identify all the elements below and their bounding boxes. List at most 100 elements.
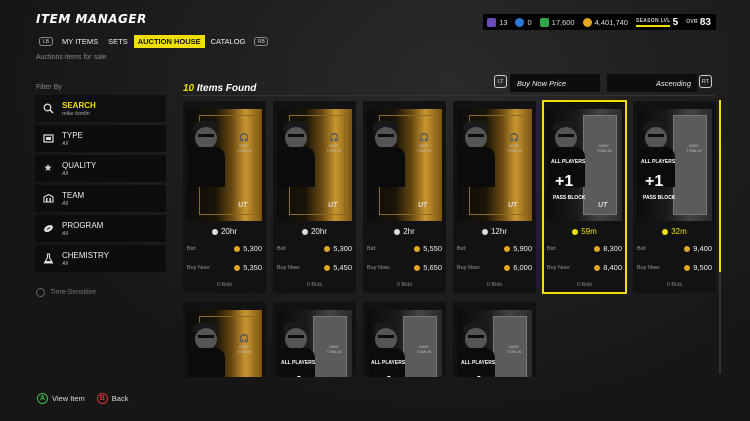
- rt-trigger-icon[interactable]: RT: [699, 75, 712, 88]
- page-subtitle: Auctions items for sale: [36, 54, 107, 61]
- auction-card[interactable]: MIKE TOMLIN ALL PLAYERS +1: [453, 302, 536, 377]
- card-art: 🎧 MIKE TOMLIN UT: [187, 109, 262, 221]
- buy-now-value: 5,350: [234, 263, 262, 272]
- tab-catalog[interactable]: CATALOG: [207, 35, 250, 48]
- player-glasses: [198, 335, 214, 338]
- player-glasses: [378, 134, 394, 137]
- timer-icon: [572, 228, 579, 235]
- card-art: 🎧 MIKE TOMLIN: [187, 310, 262, 377]
- timer-icon: [211, 228, 218, 235]
- tickets-currency: 17,600: [539, 17, 575, 27]
- timer-value: 12hr: [490, 227, 507, 236]
- tab-bar: LB MY ITEMS SETS AUCTION HOUSE CATALOG R…: [36, 35, 271, 48]
- auction-card[interactable]: 🎧 MIKE TOMLIN UT 20hr Bid: 5,300 Buy Now: 5,450…: [273, 101, 356, 293]
- training-currency: 13: [487, 17, 507, 27]
- card-boost-value: +1: [555, 173, 574, 190]
- results-scrollbar[interactable]: [719, 100, 721, 374]
- view-item-control[interactable]: A View Item: [37, 393, 85, 404]
- buy-now-row: Buy Now: 5,650: [367, 263, 442, 272]
- buy-now-label: Buy Now:: [547, 264, 571, 271]
- auction-card[interactable]: 🎧 MIKE TOMLIN UT 2hr Bid: 5,550 Buy Now: 5,650 0…: [363, 101, 446, 293]
- filter-quality[interactable]: ★ QUALITY All: [35, 155, 166, 182]
- filter-program-value: All: [62, 230, 69, 237]
- tab-sets[interactable]: SETS: [104, 35, 132, 48]
- headset-icon: 🎧: [239, 334, 249, 343]
- card-program-label: ALL PLAYERS: [551, 159, 586, 165]
- time-sensitive-toggle[interactable]: Time-Sensitive: [36, 288, 96, 297]
- bid-label: Bid:: [457, 245, 467, 252]
- card-player-name: MIKE TOMLIN: [326, 344, 342, 354]
- auction-card[interactable]: 🎧 MIKE TOMLIN UT 12hr Bid: 5,900 Buy Now: 6,000…: [453, 101, 536, 293]
- card-program-label: ALL PLAYERS: [371, 360, 406, 366]
- bid-count: 0 Bids: [666, 282, 683, 288]
- filter-team[interactable]: TEAM All: [35, 185, 166, 212]
- card-player-name: MIKE TOMLIN: [506, 143, 522, 153]
- sort-direction-select[interactable]: Ascending: [607, 74, 697, 92]
- player-body: [189, 348, 225, 377]
- card-player-name: MIKE TOMLIN: [416, 344, 432, 354]
- auction-card[interactable]: 🎧 MIKE TOMLIN: [183, 302, 266, 377]
- card-boost-value: +1: [465, 374, 483, 377]
- tab-auction-house[interactable]: AUCTION HOUSE: [133, 35, 205, 48]
- b-button-icon: B: [96, 393, 108, 404]
- timer-value: 2hr: [403, 227, 415, 236]
- card-program-label: ALL PLAYERS: [641, 159, 676, 165]
- auction-card[interactable]: 🎧 MIKE TOMLIN UT 20hr Bid: 5,300 Buy Now: 5,350…: [183, 101, 266, 293]
- player-photo: [645, 127, 667, 149]
- season-level-value: 5: [672, 16, 679, 28]
- headset-icon: 🎧: [419, 133, 429, 142]
- ovr-label: OVR: [686, 19, 698, 25]
- bid-count: 0 Bids: [576, 282, 593, 288]
- coins-currency: 4,401,740: [582, 17, 628, 27]
- lt-trigger-icon[interactable]: LT: [494, 75, 507, 88]
- bid-value: 9,400: [684, 244, 712, 253]
- auction-card[interactable]: MIKE TOMLIN ALL PLAYERS +1 PASS BLOCK UT 59m B…: [542, 100, 627, 294]
- coin-icon: [234, 264, 241, 271]
- bid-amount: 5,300: [333, 244, 352, 253]
- card-player-name: MIKE TOMLIN: [596, 143, 612, 153]
- lb-bumper-icon[interactable]: LB: [39, 37, 53, 46]
- filter-chemistry[interactable]: CHEMISTRY All: [35, 245, 166, 272]
- sort-field-select[interactable]: Buy Now Price: [510, 74, 600, 92]
- grid-divider: [183, 95, 715, 96]
- bid-label: Bid:: [547, 245, 557, 252]
- card-timer: 59m: [543, 227, 626, 236]
- rb-bumper-icon[interactable]: RB: [254, 37, 269, 46]
- buy-now-label: Buy Now:: [187, 264, 211, 271]
- player-photo: [285, 127, 307, 149]
- stadium-icon: [40, 191, 56, 207]
- flask-icon: [40, 251, 56, 267]
- auction-card[interactable]: MIKE TOMLIN ALL PLAYERS +1: [273, 302, 356, 377]
- card-art: 🎧 MIKE TOMLIN UT: [277, 109, 352, 221]
- tab-my-items[interactable]: MY ITEMS: [58, 35, 102, 48]
- filter-type[interactable]: TYPE All: [35, 125, 166, 152]
- player-photo: [285, 328, 307, 350]
- buy-now-row: Buy Now: 5,450: [277, 263, 352, 272]
- currency-bar: 13 0 17,600 4,401,740 SEASON LVL 5 OVR 8…: [483, 14, 716, 30]
- clock-icon: [36, 288, 45, 297]
- ovr-value: 83: [699, 16, 711, 28]
- filter-program[interactable]: PROGRAM All: [35, 215, 166, 242]
- view-item-label: View Item: [52, 394, 85, 403]
- card-program-label: ALL PLAYERS: [281, 360, 316, 366]
- auction-card[interactable]: MIKE TOMLIN ALL PLAYERS +1: [363, 302, 446, 377]
- timer-icon: [301, 228, 308, 235]
- team-ovr: OVR 83: [686, 17, 711, 28]
- card-player-name: MIKE TOMLIN: [236, 143, 252, 153]
- auction-card[interactable]: MIKE TOMLIN ALL PLAYERS +1 PASS BLOCK 32m Bid…: [633, 101, 716, 293]
- timer-value: 20hr: [220, 227, 237, 236]
- scrollbar-thumb[interactable]: [719, 100, 721, 272]
- filter-list: SEARCH mike tomlin TYPE All ★ QUALITY Al…: [35, 95, 166, 275]
- coin-icon: [414, 264, 421, 271]
- card-frame: [583, 115, 617, 215]
- buy-now-row: Buy Now: 5,350: [187, 263, 262, 272]
- filter-team-label: TEAM: [62, 190, 85, 200]
- season-label: SEASON LVL: [635, 17, 671, 24]
- filter-quality-label: QUALITY: [62, 160, 97, 170]
- coins-value: 4,401,740: [594, 17, 628, 27]
- back-control[interactable]: B Back: [96, 393, 128, 404]
- search-icon: [40, 101, 56, 117]
- filter-chemistry-value: All: [62, 260, 69, 267]
- filter-search[interactable]: SEARCH mike tomlin: [35, 95, 166, 122]
- bid-amount: 9,400: [693, 244, 712, 253]
